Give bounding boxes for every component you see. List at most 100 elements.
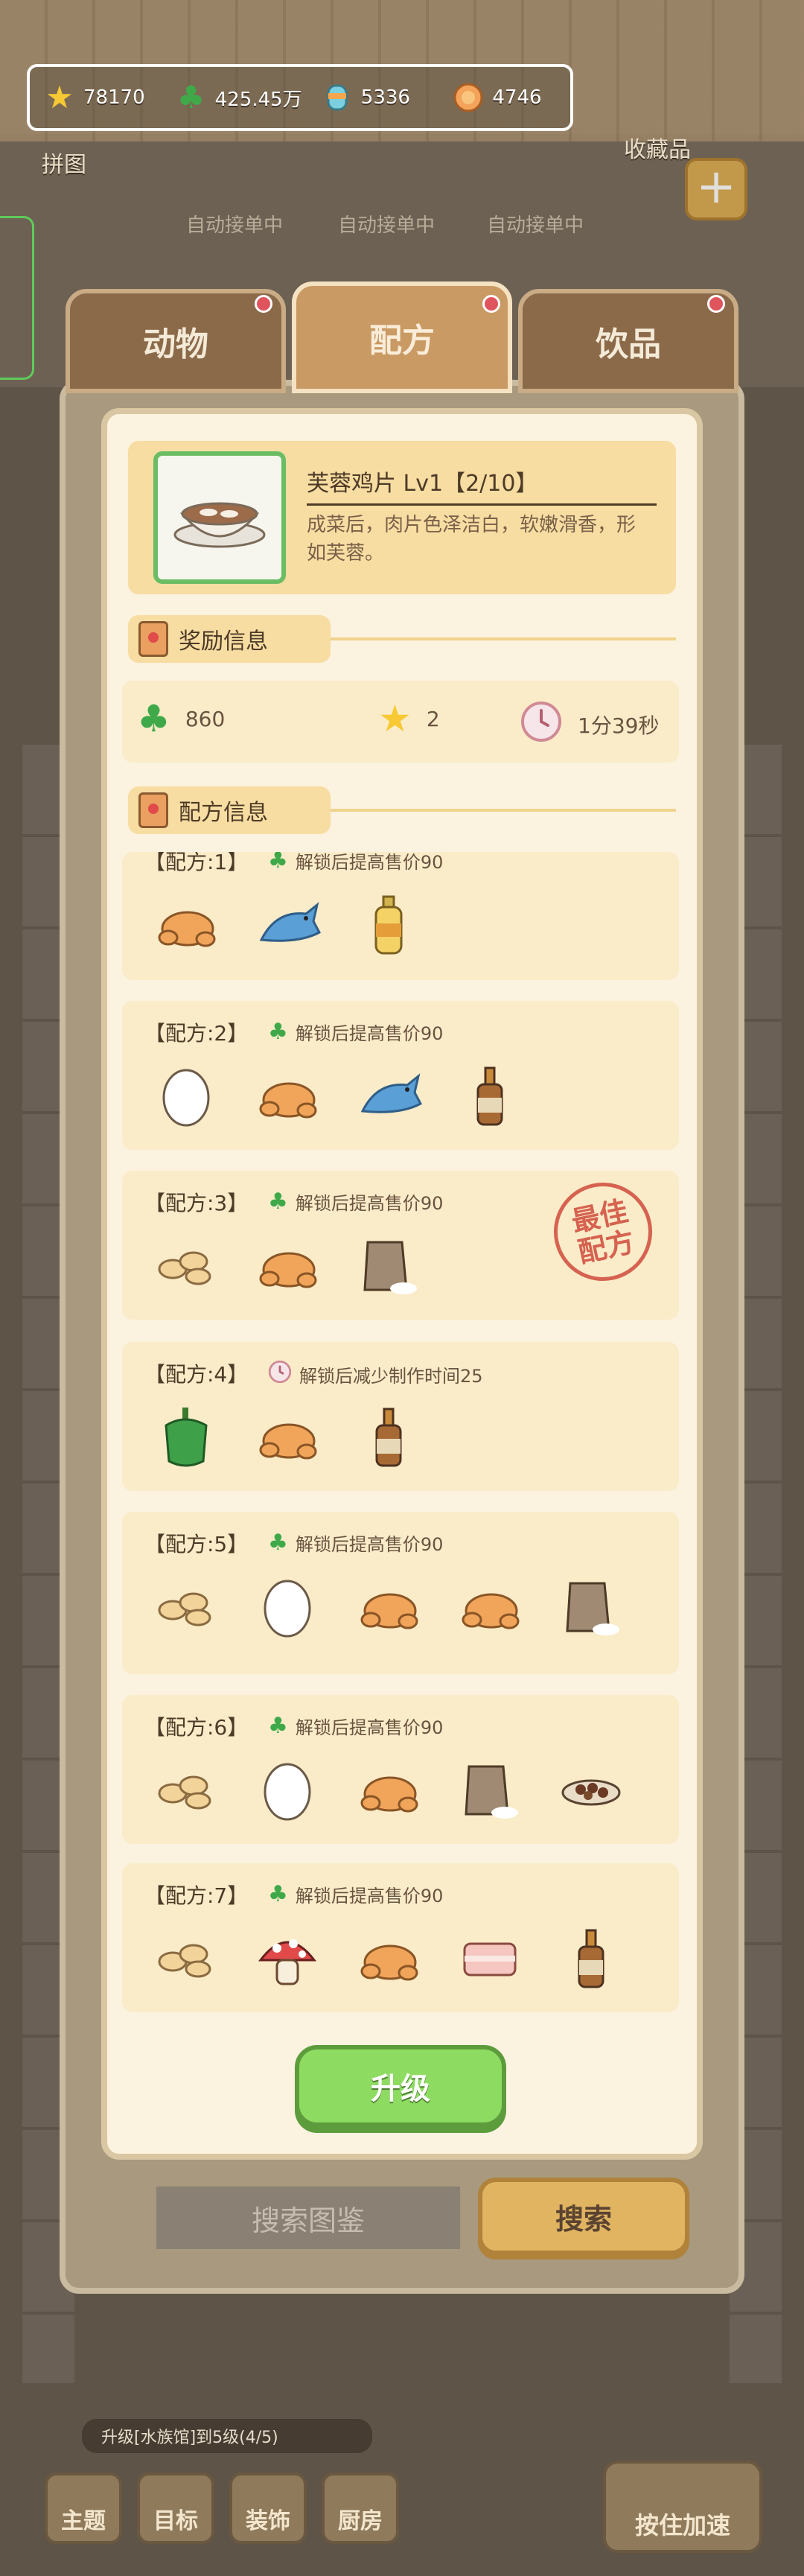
sauce-bottle-icon (554, 1921, 628, 1996)
recipe-bonus: ♣ 解锁后提高售价90 (268, 1189, 443, 1215)
sauce-bottle-icon (351, 1400, 426, 1475)
fish-icon (351, 1059, 426, 1133)
nav-kitchen-button[interactable]: 厨房 (322, 2472, 399, 2544)
recipe-bonus-text: 解锁后提高售价90 (295, 1886, 444, 1906)
book-icon (138, 792, 168, 828)
tab-drinks[interactable]: 饮品 (518, 289, 738, 393)
resource-bar: ★ 78170 ♣ 425.45万 5336 4746 (27, 64, 573, 131)
candy-icon (318, 78, 357, 117)
recipe-bonus-text: 解锁后提高售价90 (295, 1193, 444, 1214)
recipe-title: 【配方:7】 (144, 1883, 249, 1908)
star-icon: ★ (45, 79, 74, 115)
clock-icon (268, 1360, 292, 1388)
dish-description: 成菜后，肉片色泽洁白，软嫩滑香，形如芙蓉。 (307, 514, 636, 565)
recipe-bonus-text: 解锁后提高售价90 (295, 1023, 444, 1044)
reward-star: ★ 2 (378, 700, 440, 737)
resource-stars[interactable]: ★ 78170 (30, 67, 162, 128)
tab-animals[interactable]: 动物 (66, 289, 286, 393)
notification-dot (255, 295, 272, 313)
clover-icon: ♣ (268, 1880, 288, 1907)
recipe-title: 【配方:1】 (144, 852, 249, 874)
recipe-title: 【配方:5】 (144, 1532, 249, 1556)
mushroom-icon (250, 1921, 325, 1996)
tab-label: 饮品 (596, 325, 661, 363)
puzzle-label[interactable]: 拼图 (42, 146, 86, 179)
recipe-bonus-text: 解锁后提高售价90 (295, 1717, 444, 1738)
section-title: 配方信息 (179, 800, 268, 826)
recipe-title: 【配方:4】 (144, 1362, 249, 1387)
egg-icon (149, 1059, 223, 1133)
clover-icon: ♣ (268, 1712, 288, 1739)
egg-icon (250, 1570, 325, 1644)
stars-value: 78170 (83, 86, 145, 109)
ginger-icon (149, 1753, 223, 1828)
sauce-bottle-icon (453, 1059, 527, 1133)
recipe-card[interactable]: 【配方:7】 ♣ 解锁后提高售价90 (122, 1863, 679, 2012)
search-button[interactable]: 搜索 (478, 2178, 689, 2255)
auto-order-label: 自动接单中 (338, 214, 436, 237)
clovers-value: 425.45万 (214, 88, 302, 111)
recipe-card[interactable]: 【配方:5】 ♣ 解锁后提高售价90 (122, 1512, 679, 1674)
flour-bag-icon (453, 1753, 527, 1828)
nav-decor-button[interactable]: 装饰 (229, 2472, 307, 2544)
flour-bag-icon (351, 1229, 426, 1303)
chicken-icon (250, 1059, 325, 1133)
chicken-icon (351, 1570, 426, 1644)
tab-recipes[interactable]: 配方 (292, 282, 512, 393)
flour-bag-icon (554, 1570, 628, 1644)
star-icon: ★ (378, 697, 412, 740)
egg-icon (250, 1753, 325, 1828)
reward-value: 1分39秒 (578, 713, 660, 738)
recipe-card[interactable]: 【配方:2】 ♣ 解锁后提高售价90 (122, 1001, 679, 1150)
beans-icon (554, 1753, 628, 1828)
clover-icon: ♣ (268, 852, 288, 874)
auto-order-label: 自动接单中 (487, 214, 584, 237)
resource-candy[interactable]: 5336 (307, 67, 439, 128)
recipe-bonus-text: 解锁后减少制作时间25 (299, 1365, 483, 1387)
upgrade-ticker[interactable]: 升级[水族馆]到5级(4/5) (82, 2419, 372, 2453)
pepper-icon (149, 1400, 223, 1475)
search-input[interactable]: 搜索图鉴 (156, 2187, 460, 2249)
clock-icon (520, 700, 563, 749)
clover-icon: ♣ (268, 1529, 288, 1556)
recipe-card[interactable]: 【配方:1】 ♣ 解锁后提高售价90 (122, 852, 679, 980)
coins-value: 4746 (492, 86, 542, 109)
nav-theme-button[interactable]: 主题 (45, 2472, 122, 2544)
tab-label: 动物 (143, 325, 208, 363)
tab-label: 配方 (369, 322, 435, 360)
book-icon (138, 621, 168, 657)
pork-icon (453, 1921, 527, 1996)
resource-clovers[interactable]: ♣ 425.45万 (162, 67, 307, 128)
reward-value: 2 (426, 706, 440, 731)
recipe-bonus-text: 解锁后提高售价90 (295, 1534, 444, 1555)
auto-order-label: 自动接单中 (186, 214, 284, 237)
section-divider (331, 637, 676, 640)
recipe-bonus: ♣ 解锁后提高售价90 (268, 1713, 443, 1739)
add-button[interactable]: + (685, 158, 747, 220)
dish-bowl-icon (173, 502, 266, 548)
resource-coins[interactable]: 4746 (438, 67, 570, 128)
recipe-card[interactable]: 【配方:6】 ♣ 解锁后提高售价90 (122, 1695, 679, 1844)
section-divider (331, 809, 676, 812)
collection-label[interactable]: 收藏品 (624, 131, 691, 164)
side-panel-handle[interactable] (0, 216, 34, 380)
recipe-title: 【配方:2】 (144, 1021, 249, 1046)
candy-value: 5336 (360, 86, 410, 109)
nav-goal-button[interactable]: 目标 (137, 2472, 214, 2544)
clover-icon: ♣ (268, 1188, 288, 1215)
chicken-icon (149, 888, 223, 962)
recipe-title: 【配方:3】 (144, 1191, 249, 1215)
chicken-icon (453, 1570, 527, 1644)
clover-icon: ♣ (137, 697, 170, 740)
rewards-section-header: 奖励信息 (128, 615, 331, 663)
recipe-card[interactable]: 【配方:4】 解锁后减少制作时间25 (122, 1342, 679, 1491)
recipe-bonus: ♣ 解锁后提高售价90 (268, 1530, 443, 1556)
upgrade-button[interactable]: 升级 (295, 2045, 506, 2127)
recipe-bonus: ♣ 解锁后提高售价90 (268, 1019, 443, 1045)
notification-dot (482, 295, 500, 313)
reward-clover: ♣ 860 (137, 700, 225, 737)
section-title: 奖励信息 (179, 629, 268, 655)
reward-time: 1分39秒 (520, 700, 659, 749)
chicken-icon (351, 1753, 426, 1828)
hold-to-speed-up-button[interactable]: 按住加速 (603, 2461, 762, 2553)
